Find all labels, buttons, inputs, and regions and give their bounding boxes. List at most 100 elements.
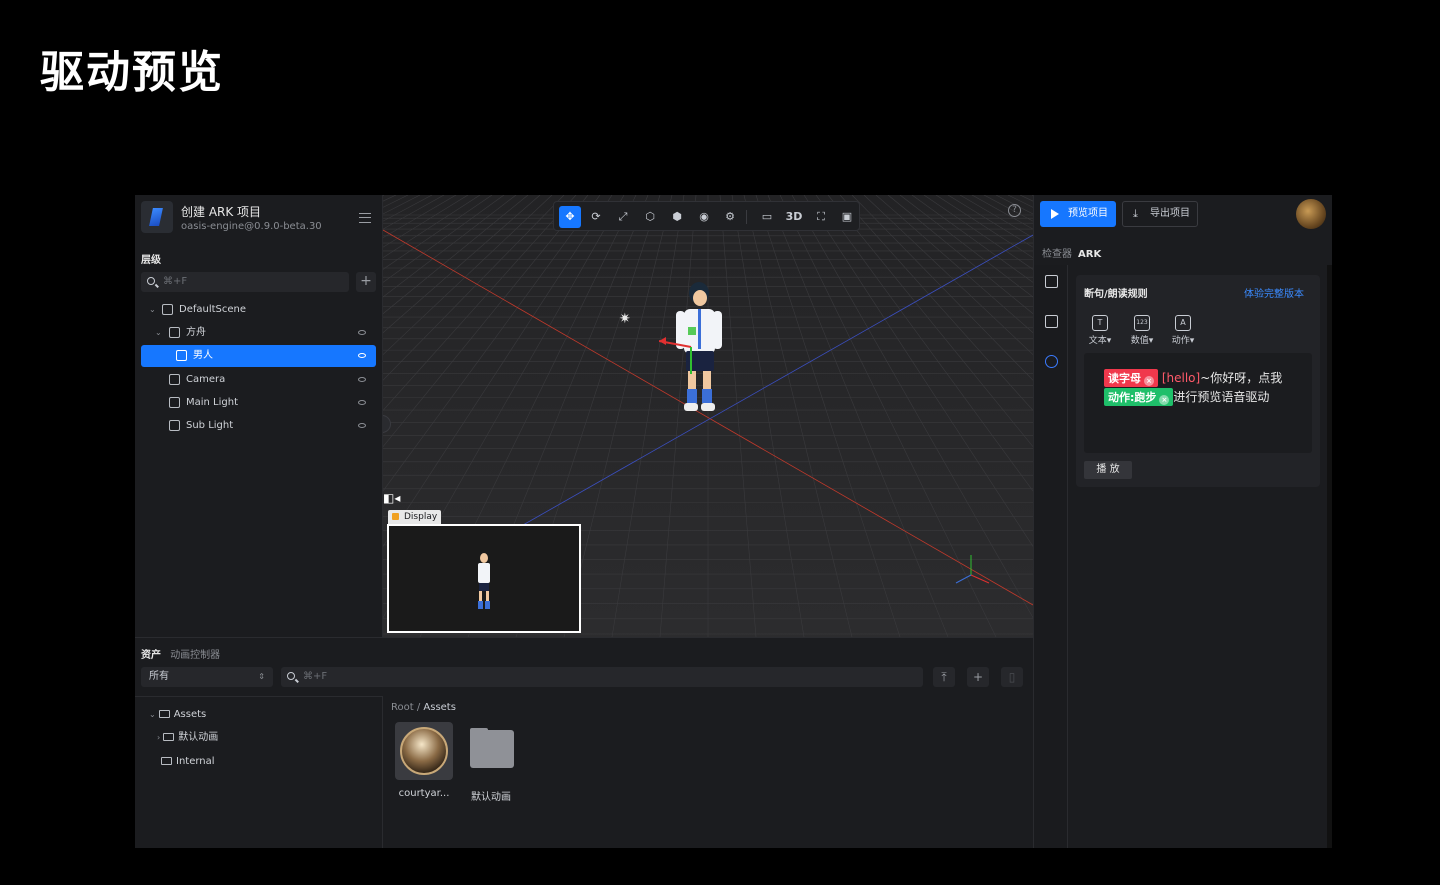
search-placeholder: ⌘+F: [163, 276, 188, 287]
asset-filter-select[interactable]: 所有 ⇕: [141, 667, 273, 687]
folder-icon: [158, 710, 170, 718]
project-header: 创建 ARK 项目 oasis-engine@0.9.0-beta.30: [141, 201, 377, 237]
preview-project-button[interactable]: 预览项目: [1040, 201, 1116, 227]
scale-icon[interactable]: ⤢: [612, 206, 634, 228]
breadcrumb-current: Assets: [423, 702, 456, 713]
scene-camera-icon[interactable]: ◧◂: [383, 491, 401, 505]
breadcrumb-separator: /: [413, 702, 424, 713]
cube-icon: [169, 327, 180, 338]
chevron-right-icon[interactable]: ›: [157, 733, 160, 742]
hierarchy-search-input[interactable]: ⌘+F: [141, 272, 349, 292]
breadcrumb-root[interactable]: Root: [391, 702, 414, 713]
folder-assets[interactable]: ⌄ Assets: [149, 705, 206, 725]
delete-button[interactable]: ▯: [1001, 667, 1023, 687]
gear-icon[interactable]: ⚙: [719, 206, 741, 228]
action-run-chip[interactable]: 动作:跑步 ×: [1104, 388, 1174, 406]
tree-item-man[interactable]: 男人: [141, 345, 376, 367]
inspector-header: 检查器 ARK: [1042, 245, 1101, 260]
asset-search-input[interactable]: ⌘+F: [281, 667, 923, 687]
search-placeholder: ⌘+F: [303, 671, 328, 682]
box-icon[interactable]: ⬢: [666, 206, 688, 228]
close-icon[interactable]: ×: [1144, 376, 1154, 386]
full-version-link[interactable]: 体验完整版本: [1244, 285, 1304, 300]
export-project-button[interactable]: 导出项目: [1122, 201, 1198, 227]
tree-item-camera[interactable]: Camera: [141, 369, 376, 391]
voice-driver-icon[interactable]: [1045, 355, 1058, 368]
speech-text-editor[interactable]: 读字母 × [hello]~你好呀，点我 动作:跑步 × 进行预览语音驱动: [1084, 353, 1312, 453]
cube-icon: [169, 397, 180, 408]
folder-icon: [163, 733, 175, 741]
folder-icon: [161, 757, 172, 765]
text-tool[interactable]: T 文本▾: [1084, 315, 1116, 346]
search-icon: [147, 277, 155, 285]
breadcrumb: Root / Assets: [391, 702, 456, 713]
toolbar-divider: [746, 210, 747, 224]
inspector-label: 检查器: [1042, 249, 1072, 260]
preview-character: [478, 553, 490, 609]
eye-icon[interactable]: [358, 377, 366, 382]
eye-icon[interactable]: [358, 400, 366, 405]
chevron-down-icon[interactable]: ⌄: [149, 299, 156, 321]
slide-title: 驱动预览: [40, 47, 224, 98]
upload-button[interactable]: ⤒: [933, 667, 955, 687]
tree-item-fangzhou[interactable]: ⌄ 方舟: [141, 322, 376, 344]
inspector-panel: 预览项目 导出项目 检查器 ARK 断句/朗读规则 体验完整版本 T 文本▾ 12…: [1033, 195, 1332, 848]
close-icon[interactable]: ×: [1159, 395, 1170, 405]
display-tag: Display: [388, 510, 442, 524]
avatar[interactable]: [1296, 199, 1326, 229]
tree-item-defaultscene[interactable]: ⌄ DefaultScene: [141, 299, 376, 321]
help-icon[interactable]: ?: [1008, 204, 1021, 217]
add-entity-button[interactable]: +: [356, 272, 376, 292]
tree-item-main-light[interactable]: Main Light: [141, 392, 376, 414]
eye-icon[interactable]: [358, 330, 366, 335]
camera-icon[interactable]: ▭: [756, 206, 778, 228]
asset-courtyard[interactable]: courtyar...: [393, 722, 455, 799]
edit-icon[interactable]: [1045, 315, 1058, 328]
tree-item-label: 男人: [193, 350, 213, 361]
tree-item-label: 方舟: [186, 327, 206, 338]
asset-default-anim-folder[interactable]: 默认动画: [460, 722, 522, 803]
viewport-toolbar: ✥ ⟳ ⤢ ⬡ ⬢ ◉ ⚙ ▭ 3D ⛶ ▣: [553, 201, 860, 231]
eye-icon[interactable]: [358, 353, 366, 358]
number-tool[interactable]: 123 数值▾: [1126, 315, 1158, 346]
read-letters-chip[interactable]: 读字母 ×: [1104, 369, 1158, 387]
scrollbar[interactable]: [1327, 265, 1332, 848]
asset-label: courtyar...: [398, 788, 450, 799]
rect-icon[interactable]: ⬡: [639, 206, 661, 228]
light-gizmo-icon[interactable]: ✷: [619, 312, 631, 326]
camera-preview: [387, 524, 581, 633]
move-icon[interactable]: ✥: [559, 206, 581, 228]
cube-icon: [176, 350, 187, 361]
tool-label: 文本▾: [1088, 336, 1112, 346]
fullscreen-icon[interactable]: ⛶: [810, 206, 832, 228]
tree-item-label: DefaultScene: [179, 304, 247, 315]
tree-item-label: Camera: [186, 374, 226, 385]
grid-icon[interactable]: [1045, 275, 1058, 288]
cube-icon: [169, 420, 180, 431]
hierarchy-panel: 创建 ARK 项目 oasis-engine@0.9.0-beta.30 层级 …: [135, 195, 383, 637]
add-asset-button[interactable]: +: [967, 667, 989, 687]
circle-icon[interactable]: ◉: [693, 206, 715, 228]
engine-version: oasis-engine@0.9.0-beta.30: [181, 221, 322, 232]
character-model[interactable]: [659, 279, 739, 424]
eye-icon[interactable]: [358, 423, 366, 428]
hamburger-menu-icon[interactable]: [359, 213, 371, 223]
chevron-down-icon[interactable]: ⌄: [155, 322, 162, 344]
folder-default-anim[interactable]: › 默认动画: [157, 728, 218, 748]
play-button[interactable]: 播 放: [1084, 461, 1132, 479]
tab-assets[interactable]: 资产: [141, 650, 161, 661]
tree-item-sub-light[interactable]: Sub Light: [141, 415, 376, 437]
chip-label: 读字母: [1108, 372, 1141, 385]
rotate-icon[interactable]: ⟳: [585, 206, 607, 228]
action-tool[interactable]: A 动作▾: [1167, 315, 1199, 346]
folder-icon: [462, 722, 520, 780]
image-icon[interactable]: ▣: [836, 206, 858, 228]
hdr-thumbnail: [395, 722, 453, 780]
folder-label: Internal: [176, 756, 215, 767]
chevron-down-icon[interactable]: ⌄: [149, 710, 156, 719]
folder-internal[interactable]: Internal: [161, 752, 215, 772]
scene-viewport[interactable]: ✥ ⟳ ⤢ ⬡ ⬢ ◉ ⚙ ▭ 3D ⛶ ▣ ? ✷ ◧◂ Display: [383, 195, 1033, 637]
tab-animation-controller[interactable]: 动画控制器: [170, 650, 220, 661]
updown-chevron-icon: ⇕: [258, 672, 265, 681]
3d-mode-button[interactable]: 3D: [783, 206, 805, 228]
